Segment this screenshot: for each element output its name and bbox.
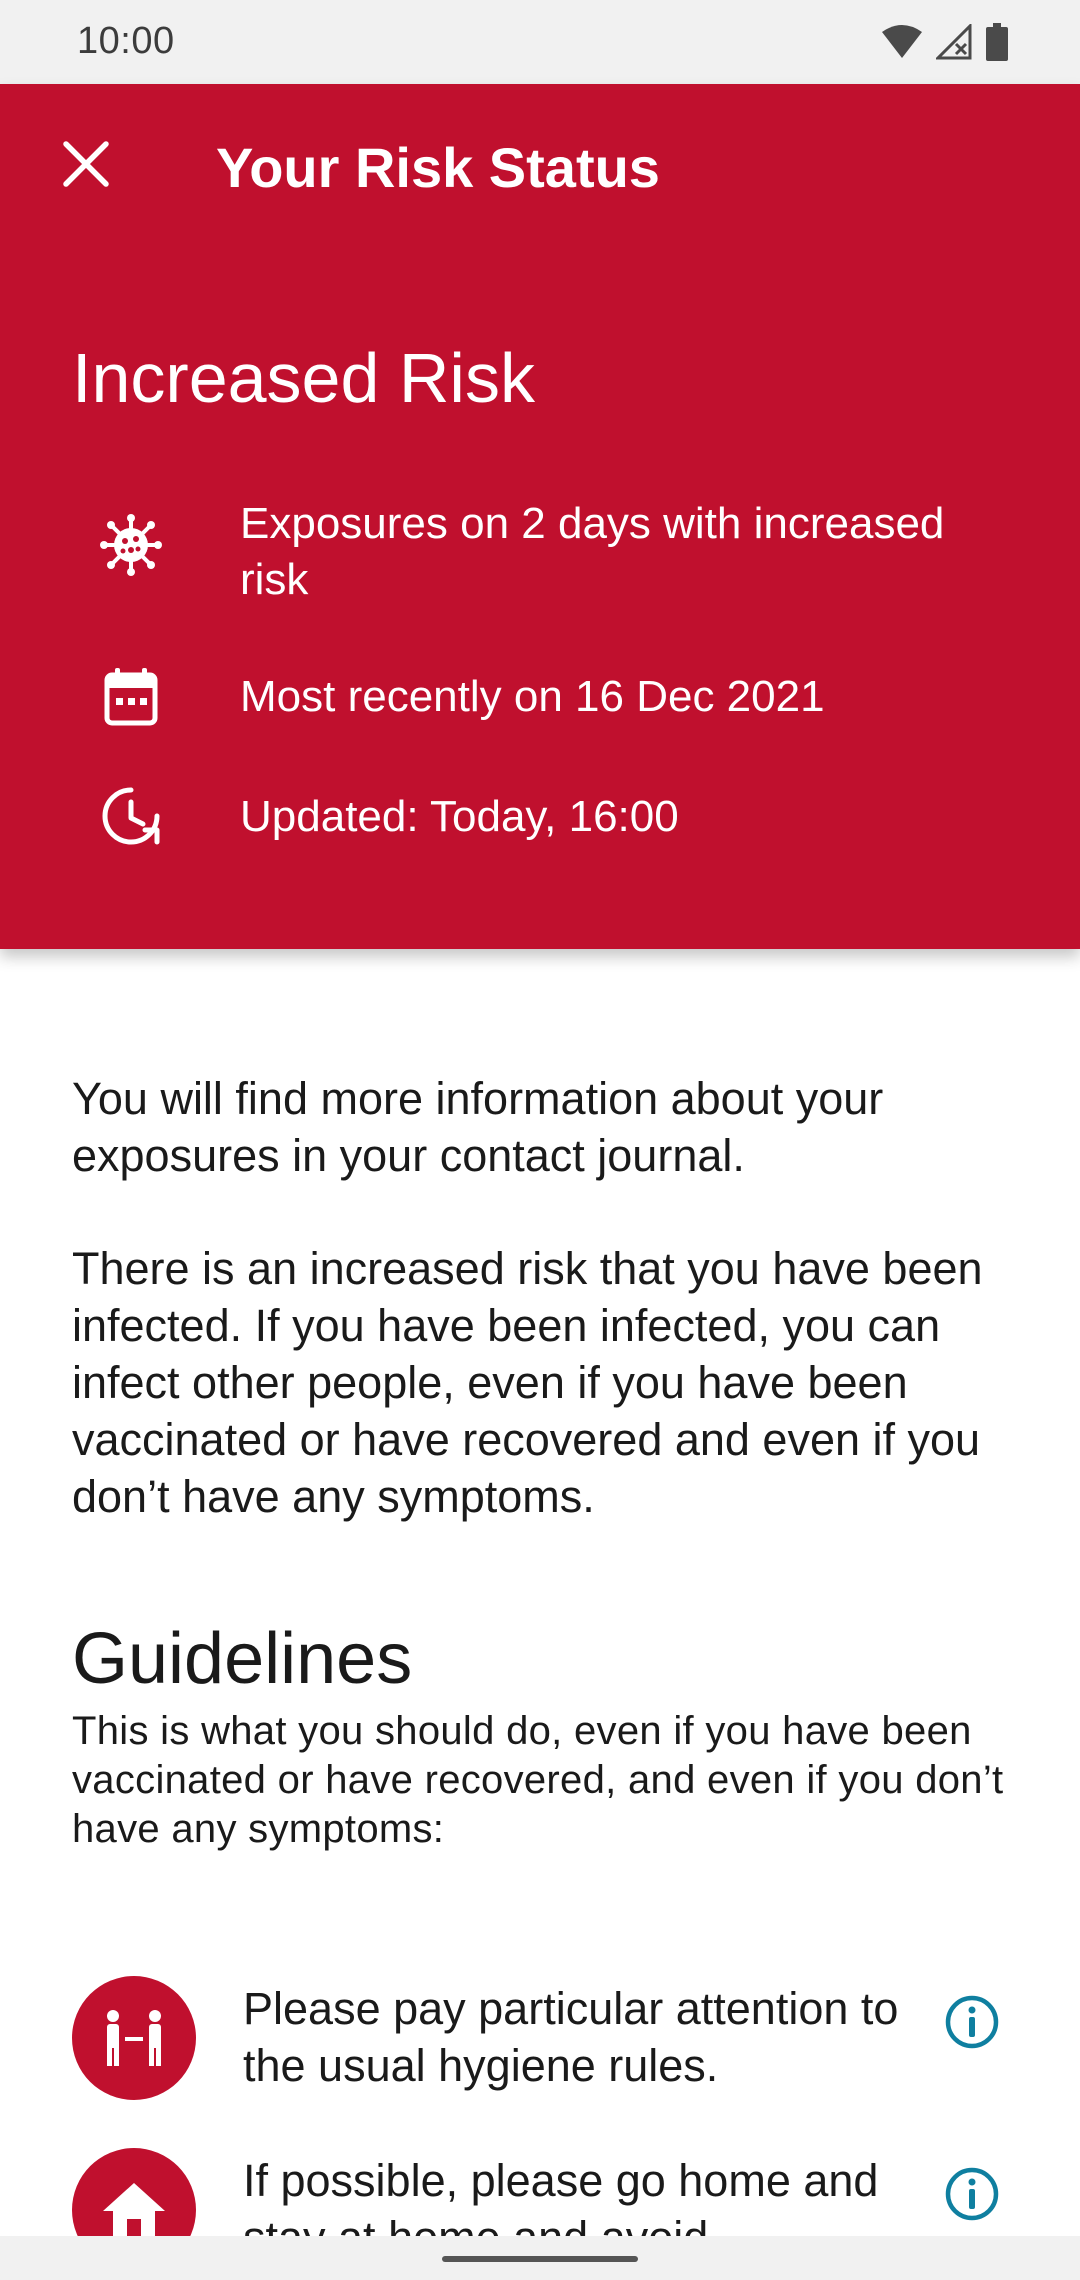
home-icon: [72, 2148, 196, 2236]
info-icon[interactable]: [942, 2164, 1002, 2224]
guideline-text-stay-home: If possible, please go home and stay at …: [243, 2155, 879, 2236]
cellular-signal-icon: [936, 24, 972, 60]
risk-level-title: Increased Risk: [72, 339, 535, 417]
status-icons: [882, 22, 1008, 62]
close-icon: [62, 140, 110, 193]
clock-update-icon: [96, 781, 166, 851]
updated-text: Updated: Today, 16:00: [240, 792, 679, 841]
system-nav-bar: [0, 2236, 1080, 2280]
guideline-text-hygiene: Please pay particular attention to the u…: [243, 1983, 899, 2091]
increased-risk-paragraph: There is an increased risk that you have…: [72, 1243, 983, 1522]
status-bar: 10:00: [0, 0, 1080, 84]
most-recent-text: Most recently on 16 Dec 2021: [240, 672, 825, 721]
wifi-icon: [882, 24, 922, 60]
status-time: 10:00: [77, 20, 175, 62]
close-button[interactable]: [46, 126, 126, 206]
guidelines-subheading: This is what you should do, even if you …: [72, 1709, 1004, 1851]
battery-icon: [986, 23, 1008, 61]
distance-icon: [72, 1976, 196, 2100]
contact-journal-paragraph: You will find more information about you…: [72, 1073, 884, 1181]
virus-icon: [96, 510, 166, 580]
info-icon[interactable]: [942, 1992, 1002, 2052]
risk-status-header: Your Risk Status Increased Risk Exposure…: [0, 84, 1080, 949]
guidelines-heading: Guidelines: [72, 1619, 413, 1699]
page-title: Your Risk Status: [216, 136, 660, 199]
home-gesture-handle[interactable]: [442, 2256, 638, 2262]
exposure-days-text: Exposures on 2 days with increased risk: [240, 499, 945, 604]
guideline-item-stay-home: If possible, please go home and stay at …: [0, 2148, 1080, 2236]
calendar-icon: [96, 661, 166, 731]
risk-details-content: You will find more information about you…: [72, 1070, 1012, 1525]
